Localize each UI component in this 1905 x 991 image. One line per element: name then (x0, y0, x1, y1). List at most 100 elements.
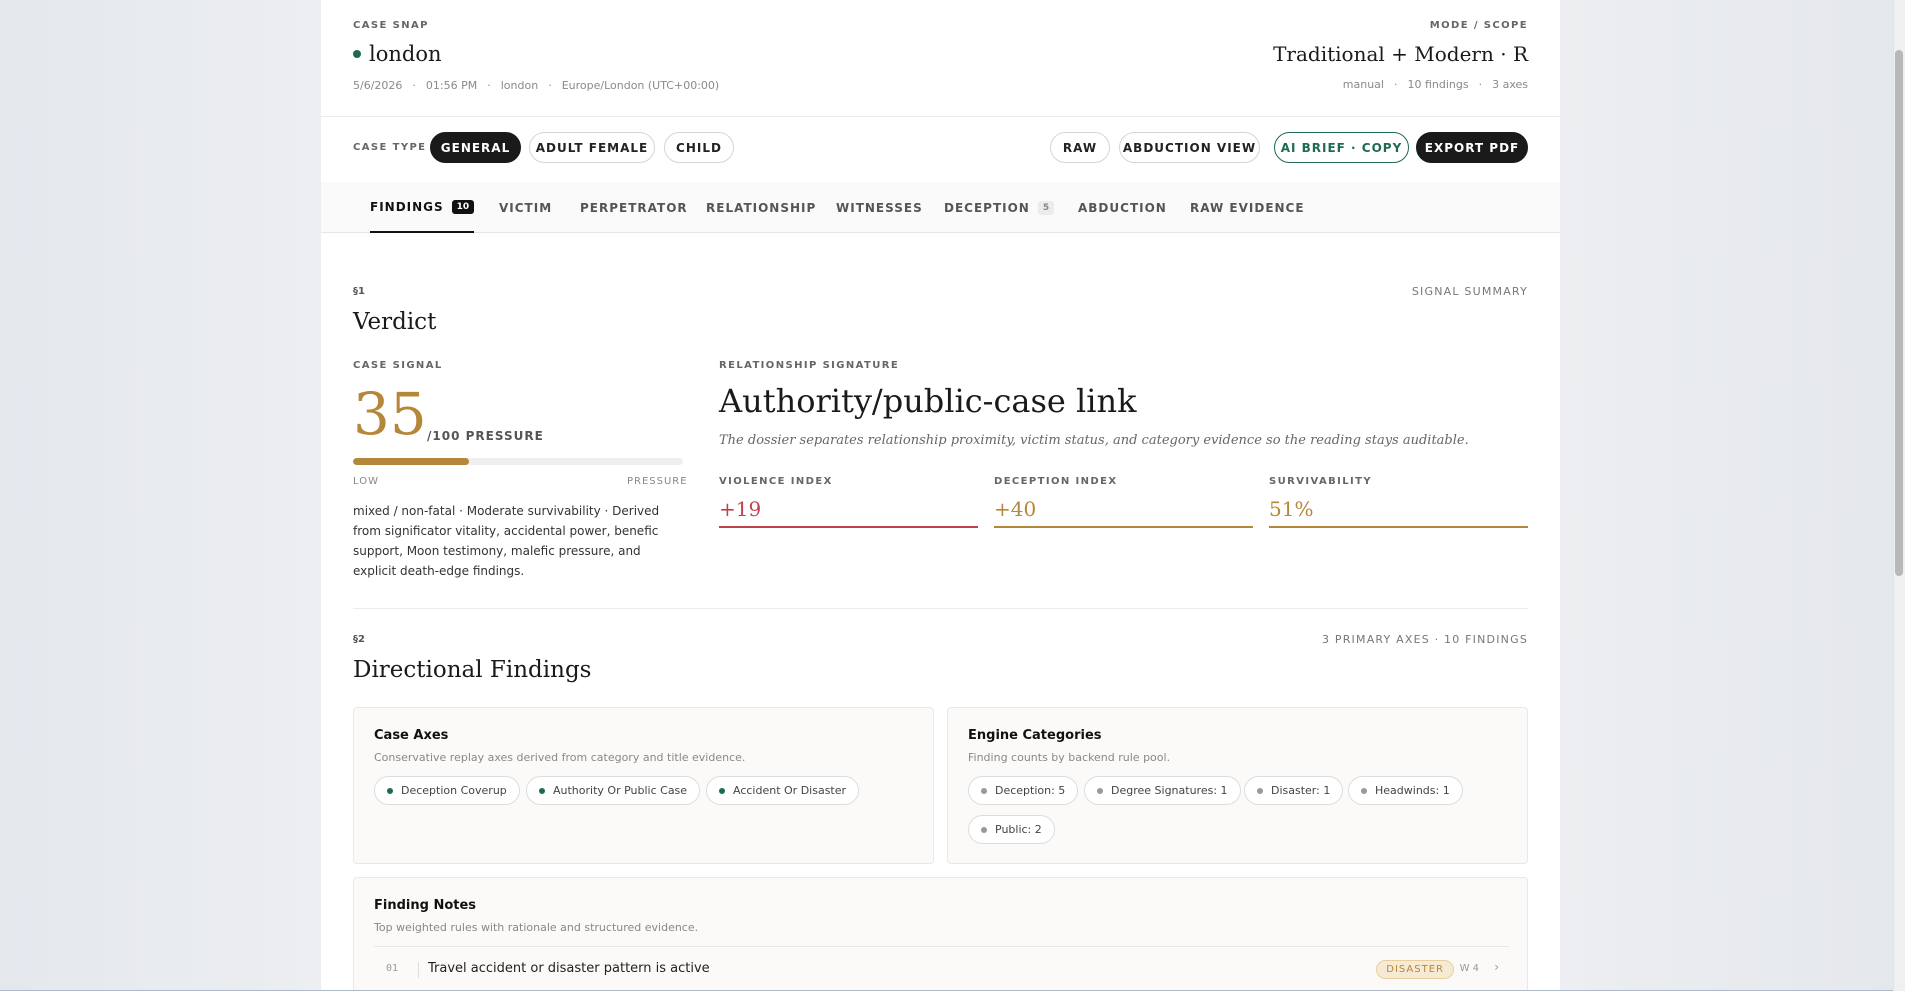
section-divider (353, 608, 1528, 609)
tab-victim-label: VICTIM (499, 200, 553, 215)
category-dot-icon (1097, 787, 1103, 794)
category-chip[interactable]: Headwinds: 1 (1348, 776, 1463, 805)
tab-perpetrator-label: PERPETRATOR (580, 200, 688, 215)
engine-categories-desc: Finding counts by backend rule pool. (968, 751, 1171, 764)
case-type-child-button[interactable]: CHILD (664, 132, 734, 163)
violence-index-label: VIOLENCE INDEX (719, 476, 833, 487)
category-chip[interactable]: Deception: 5 (968, 776, 1079, 805)
survivability-value: 51% (1269, 497, 1528, 528)
category-chip[interactable]: Degree Signatures: 1 (1084, 776, 1241, 805)
tab-perpetrator[interactable]: PERPETRATOR (580, 182, 688, 233)
pressure-bar (353, 458, 683, 465)
category-chip[interactable]: Disaster: 1 (1244, 776, 1344, 805)
tab-raw-evidence[interactable]: RAW EVIDENCE (1190, 182, 1305, 233)
tab-witnesses-label: WITNESSES (836, 200, 923, 215)
case-date: 5/6/2026 (353, 79, 403, 92)
verdict-title: Verdict (353, 309, 437, 335)
finding-notes-title: Finding Notes (374, 898, 477, 913)
tab-deception[interactable]: DECEPTION 5 (944, 182, 1055, 233)
category-dot-icon (1361, 787, 1367, 794)
case-axes-title: Case Axes (374, 728, 449, 743)
mode-meta: manual · 10 findings · 3 axes (1342, 78, 1528, 91)
category-chip[interactable]: Public: 2 (968, 815, 1055, 844)
case-time: 01:56 PM (425, 79, 478, 92)
case-snap-label: CASE SNAP (353, 20, 429, 31)
findings-section-number: §2 (353, 634, 365, 645)
scale-low-label: LOW (353, 476, 379, 487)
mode-scope-label: MODE / SCOPE (1429, 20, 1528, 31)
relationship-subtitle: The dossier separates relationship proxi… (719, 433, 1469, 448)
tab-raw-evidence-label: RAW EVIDENCE (1190, 200, 1305, 215)
finding-note-row[interactable]: 01 Travel accident or disaster pattern i… (374, 946, 1509, 986)
case-signal-label: CASE SIGNAL (353, 360, 443, 371)
pressure-bar-fill (353, 458, 469, 465)
relationship-signature-label: RELATIONSHIP SIGNATURE (719, 360, 900, 371)
survivability: SURVIVABILITY 51% (1269, 476, 1528, 528)
case-location: london (500, 79, 539, 92)
scale-high-label: PRESSURE (627, 476, 688, 487)
finding-notes-card: Finding Notes Top weighted rules with ra… (353, 877, 1528, 991)
axis-chip[interactable]: Accident Or Disaster (706, 776, 860, 805)
directional-findings-title: Directional Findings (353, 657, 592, 683)
axis-dot-icon (539, 787, 545, 794)
finding-note-text: Travel accident or disaster pattern is a… (428, 961, 710, 976)
tab-findings-label: FINDINGS (370, 199, 444, 214)
category-dot-icon (981, 826, 987, 833)
city-name: london (369, 42, 442, 66)
deception-index-value: +40 (994, 497, 1253, 528)
finding-note-separator (418, 962, 419, 978)
case-signal-score: 35 (353, 380, 427, 448)
tab-findings[interactable]: FINDINGS 10 (370, 182, 475, 233)
case-type-general-button[interactable]: GENERAL (430, 132, 521, 163)
chevron-right-icon[interactable]: › (1494, 960, 1499, 974)
verdict-description: mixed / non-fatal · Moderate survivabili… (353, 504, 660, 578)
relationship-title: Authority/public-case link (719, 382, 1137, 420)
finding-category-tag: DISASTER (1376, 960, 1454, 979)
meta-source: manual (1342, 78, 1384, 91)
tab-deception-label: DECEPTION (944, 200, 1030, 215)
tab-abduction[interactable]: ABDUCTION (1078, 182, 1167, 233)
engine-categories-title: Engine Categories (968, 728, 1102, 743)
case-signal-suffix: /100 PRESSURE (427, 429, 544, 443)
category-dot-icon (981, 787, 987, 794)
finding-note-number: 01 (386, 963, 399, 974)
tab-victim[interactable]: VICTIM (499, 182, 552, 233)
raw-button[interactable]: RAW (1050, 132, 1110, 163)
ai-brief-copy-button[interactable]: AI BRIEF · COPY (1274, 132, 1409, 163)
signal-summary-label: SIGNAL SUMMARY (1411, 285, 1528, 298)
axis-dot-icon (719, 787, 725, 794)
findings-count-badge: 10 (451, 199, 475, 214)
dossier-panel: CASE SNAP london 5/6/2026 · 01:56 PM · l… (321, 0, 1560, 991)
case-header: CASE SNAP london 5/6/2026 · 01:56 PM · l… (321, 0, 1560, 117)
tab-relationship[interactable]: RELATIONSHIP (706, 182, 816, 233)
section-tabs: FINDINGS 10 VICTIM PERPETRATOR RELATIONS… (321, 182, 1560, 233)
case-timezone: Europe/London (UTC+00:00) (561, 79, 720, 92)
case-axes-card: Case Axes Conservative replay axes deriv… (353, 707, 934, 864)
axis-chip[interactable]: Authority Or Public Case (526, 776, 701, 805)
finding-weight: W 4 (1459, 963, 1479, 974)
survivability-label: SURVIVABILITY (1269, 476, 1372, 487)
abduction-view-button[interactable]: ABDUCTION VIEW (1119, 132, 1260, 163)
meta-findings: 10 findings (1407, 78, 1469, 91)
meta-axes: 3 axes (1492, 78, 1528, 91)
case-type-label: CASE TYPE (353, 142, 427, 153)
page-scrollbar[interactable] (1893, 0, 1905, 991)
tab-witnesses[interactable]: WITNESSES (836, 182, 923, 233)
deception-index-label: DECEPTION INDEX (994, 476, 1118, 487)
findings-summary-label: 3 PRIMARY AXES · 10 FINDINGS (1321, 633, 1528, 646)
case-axes-desc: Conservative replay axes derived from ca… (374, 751, 746, 764)
scrollbar-thumb[interactable] (1895, 50, 1903, 576)
deception-index: DECEPTION INDEX +40 (994, 476, 1253, 528)
mode-value: Traditional + Modern · R (1273, 42, 1528, 66)
case-type-adult-female-button[interactable]: ADULT FEMALE (529, 132, 655, 163)
status-dot-icon (353, 50, 361, 58)
finding-notes-desc: Top weighted rules with rationale and st… (374, 921, 699, 934)
violence-index: VIOLENCE INDEX +19 (719, 476, 978, 528)
background-right (1560, 0, 1905, 991)
verdict-section-number: §1 (353, 286, 365, 297)
case-meta: 5/6/2026 · 01:56 PM · london · Europe/Lo… (353, 79, 720, 92)
axis-chip[interactable]: Deception Coverup (374, 776, 520, 805)
export-pdf-button[interactable]: EXPORT PDF (1416, 132, 1528, 163)
engine-categories-card: Engine Categories Finding counts by back… (947, 707, 1528, 864)
background-left (0, 0, 321, 991)
